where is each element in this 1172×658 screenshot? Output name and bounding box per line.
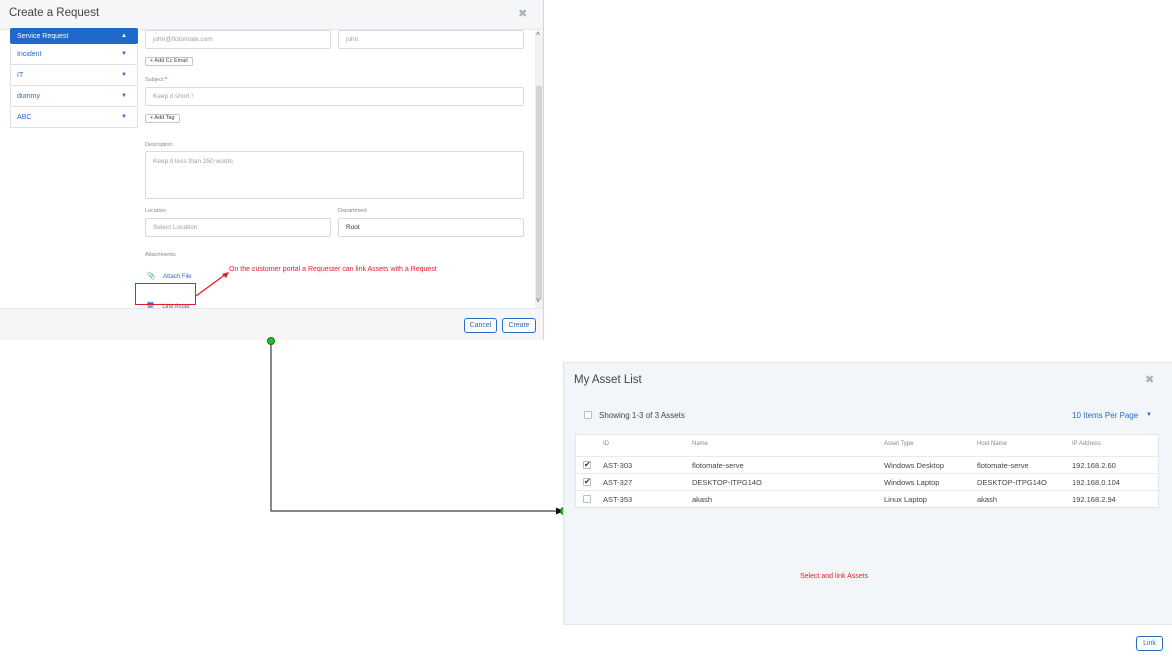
- asset-id: AST-303: [603, 461, 633, 470]
- column-header-ip-address[interactable]: IP Address: [1072, 441, 1101, 447]
- asset-ip: 192.168.2.60: [1072, 461, 1116, 470]
- asset-name: DESKTOP-ITPG14O: [692, 478, 762, 487]
- row-checkbox[interactable]: [583, 495, 591, 503]
- asset-name: akash: [692, 495, 713, 504]
- column-header-host-name[interactable]: Host Name: [977, 441, 1007, 447]
- column-header-name[interactable]: Name: [692, 441, 708, 447]
- asset-host: flotomate-serve: [977, 461, 1029, 470]
- annotation-text: Select and link Assets: [800, 573, 869, 580]
- asset-ip: 192.168.0.104: [1072, 478, 1120, 487]
- link-button[interactable]: Link: [1136, 636, 1163, 651]
- asset-type: Windows Desktop: [884, 461, 945, 470]
- table-row[interactable]: [576, 457, 1158, 473]
- asset-type: Windows Laptop: [884, 478, 940, 487]
- asset-dialog-footer: [563, 624, 1172, 658]
- chevron-down-icon[interactable]: ▼: [1146, 412, 1152, 418]
- asset-list-dialog: [563, 362, 1172, 658]
- asset-ip: 192.168.2.94: [1072, 495, 1116, 504]
- asset-host: DESKTOP-ITPG14O: [977, 478, 1047, 487]
- asset-dialog-title: My Asset List: [574, 374, 642, 386]
- select-all-checkbox[interactable]: [584, 411, 592, 419]
- asset-host: akash: [977, 495, 998, 504]
- showing-count-text: Showing 1-3 of 3 Assets: [599, 411, 685, 420]
- table-row[interactable]: [576, 491, 1158, 507]
- asset-id: AST-327: [603, 478, 633, 487]
- asset-type: Linux Laptop: [884, 495, 927, 504]
- connector-start-dot: [267, 337, 275, 345]
- column-header-asset-type[interactable]: Asset Type: [884, 441, 914, 447]
- asset-name: flotomate-serve: [692, 461, 744, 470]
- asset-id: AST-353: [603, 495, 633, 504]
- row-checkbox[interactable]: [583, 460, 591, 469]
- column-header-id[interactable]: ID: [603, 441, 609, 447]
- items-per-page-dropdown[interactable]: 10 Items Per Page: [1072, 411, 1138, 420]
- close-icon[interactable]: ✖: [1145, 373, 1154, 386]
- row-checkbox[interactable]: [583, 477, 591, 486]
- table-row[interactable]: [576, 474, 1158, 490]
